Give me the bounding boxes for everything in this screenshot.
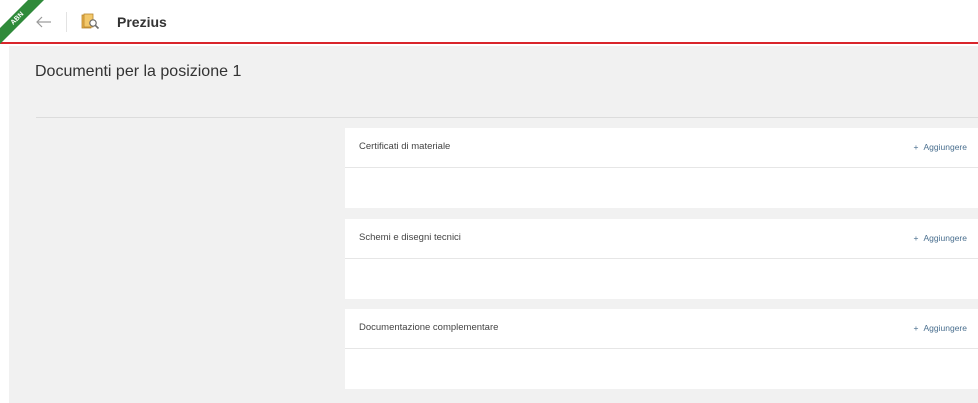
add-button-label: Aggiungere (923, 233, 967, 243)
document-search-icon (80, 13, 100, 31)
section-card-complementary-documentation: Documentazione complementare + Aggiungere (345, 309, 978, 389)
plus-icon: + (913, 233, 919, 243)
add-button[interactable]: + Aggiungere (914, 232, 967, 244)
section-body (345, 349, 978, 389)
section-header: Certificati di materiale + Aggiungere (345, 128, 978, 168)
section-body (345, 259, 978, 299)
section-card-material-certificates: Certificati di materiale + Aggiungere (345, 128, 978, 208)
section-body (345, 168, 978, 208)
plus-icon: + (913, 142, 919, 152)
plus-icon: + (913, 323, 919, 333)
header-divider (66, 12, 67, 32)
section-card-technical-drawings: Schemi e disegni tecnici + Aggiungere (345, 219, 978, 299)
page-title: Documenti per la posizione 1 (35, 63, 242, 80)
section-header: Schemi e disegni tecnici + Aggiungere (345, 219, 978, 259)
main-content: Documenti per la posizione 1 Certificati… (9, 46, 978, 403)
section-title: Documentazione complementare (359, 322, 499, 333)
app-title: Prezius (117, 14, 167, 30)
add-button[interactable]: + Aggiungere (914, 322, 967, 334)
section-title: Schemi e disegni tecnici (359, 232, 461, 243)
top-bar: ABN Prezius (0, 0, 978, 44)
title-divider (36, 117, 978, 118)
add-button[interactable]: + Aggiungere (914, 141, 967, 153)
back-arrow-icon[interactable] (34, 14, 54, 30)
section-header: Documentazione complementare + Aggiungere (345, 309, 978, 349)
add-button-label: Aggiungere (923, 323, 967, 333)
app-window: ABN Prezius Documenti per la posizione 1 (0, 0, 978, 403)
section-title: Certificati di materiale (359, 141, 451, 152)
add-button-label: Aggiungere (923, 142, 967, 152)
